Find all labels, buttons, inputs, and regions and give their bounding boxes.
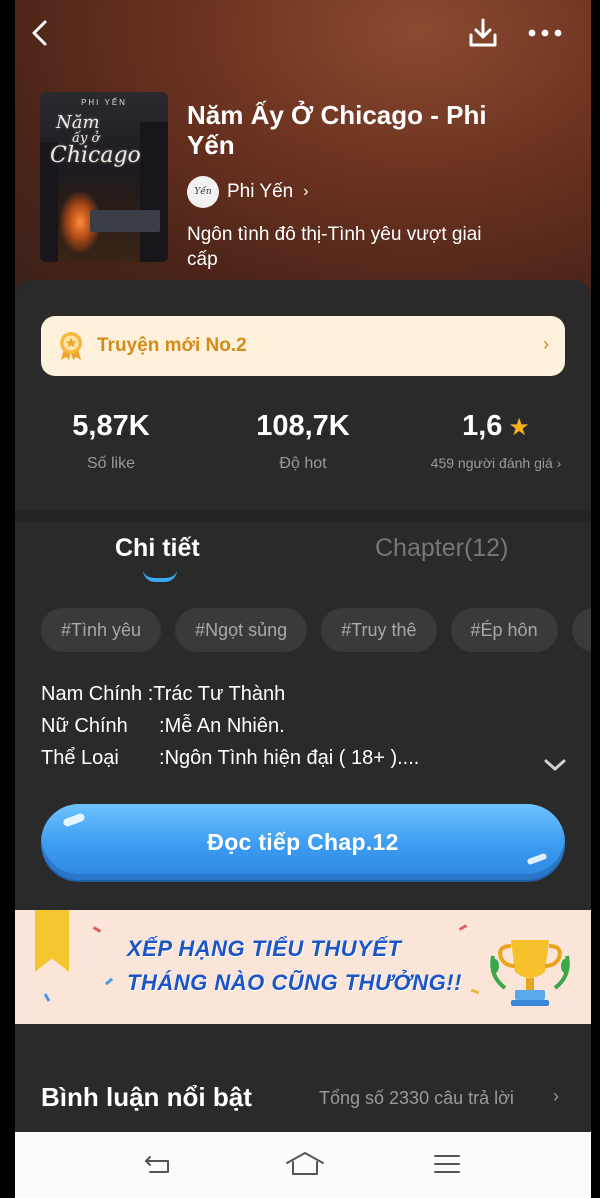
info-row: Thể Loại: Ngôn Tình hiện đại ( 18+ )....: [41, 742, 561, 774]
top-bar: [15, 0, 591, 66]
book-title: Năm Ấy Ở Chicago - Phi Yến: [187, 100, 487, 160]
download-button[interactable]: [465, 14, 501, 52]
chevron-right-icon[interactable]: ›: [553, 1086, 559, 1107]
menu-icon: [434, 1155, 460, 1173]
nav-back-icon: [145, 1156, 169, 1173]
more-dots-icon: [528, 29, 562, 37]
trophy-icon: [490, 940, 570, 1006]
info-key: Nữ Chính: [41, 715, 128, 737]
tag-chip[interactable]: #Truy thê: [321, 608, 437, 652]
stat-rating-value-wrap: 1,6 ★: [411, 410, 581, 443]
stat-likes: 5,87K Số like: [55, 410, 167, 473]
confetti: [104, 977, 114, 986]
confetti: [92, 926, 102, 933]
confetti: [43, 993, 51, 1002]
button-gloss: [62, 812, 86, 828]
stat-hot: 108,7K Độ hot: [238, 410, 368, 473]
continue-reading-label: Đọc tiếp Chap.12: [207, 828, 399, 855]
comments-section: Bình luận nổi bật Tổng số 2330 câu trả l…: [15, 1024, 591, 1132]
book-genre: Ngôn tình đô thị-Tình yêu vượt giai cấp: [187, 224, 482, 270]
cover-train: [90, 210, 160, 232]
continue-reading-button[interactable]: Đọc tiếp Chap.12: [41, 804, 565, 880]
rank-label: Truyện mới No.2: [97, 335, 247, 356]
tag-chip[interactable]: #Ép hôn: [450, 608, 558, 652]
promo-line: XẾP HẠNG TIỂU THUYẾT: [127, 936, 402, 961]
info-key: Nam Chính: [41, 683, 143, 705]
stat-label: Độ hot: [279, 455, 327, 472]
info-row: Nữ Chính: Mễ An Nhiên.: [41, 710, 561, 742]
tab-bar: Chi tiết Chapter(12): [15, 522, 591, 592]
section-divider: [15, 510, 591, 522]
book-info: Nam Chính : Trác Tư Thành Nữ Chính: Mễ A…: [41, 678, 561, 774]
tag-chip-partial[interactable]: [571, 608, 591, 652]
chevron-right-icon: ›: [543, 334, 549, 354]
promo-line: THÁNG NÀO CŨNG THƯỞNG!!: [127, 970, 462, 995]
info-value: Trác Tư Thành: [153, 683, 286, 705]
tab-chapter[interactable]: Chapter(12): [375, 534, 508, 563]
expand-info-button[interactable]: [539, 750, 571, 780]
nav-home-button[interactable]: [285, 1146, 325, 1182]
stat-rating[interactable]: 1,6 ★ 459 người đánh giá ›: [411, 410, 581, 471]
medal-icon: [60, 332, 82, 360]
stat-label: Số like: [86, 455, 136, 472]
button-gloss: [526, 852, 548, 866]
tab-detail[interactable]: Chi tiết: [115, 534, 200, 563]
nav-menu-button[interactable]: [427, 1146, 467, 1182]
info-key: Thể Loại: [41, 747, 119, 769]
promo-text: XẾP HẠNG TIỂU THUYẾT THÁNG NÀO CŨNG THƯỞ…: [127, 932, 462, 1000]
promo-banner[interactable]: XẾP HẠNG TIỂU THUYẾT THÁNG NÀO CŨNG THƯỞ…: [15, 910, 591, 1024]
info-value: Mễ An Nhiên.: [164, 715, 285, 737]
ribbon-icon: [35, 910, 69, 972]
system-nav-bar: [15, 1132, 591, 1198]
stat-value: 1,6: [462, 410, 503, 442]
stat-value: 5,87K: [72, 410, 150, 442]
author-link[interactable]: Yến Phi Yến ›: [187, 176, 309, 208]
nav-back-button[interactable]: [139, 1146, 179, 1182]
info-value: Ngôn Tình hiện đại ( 18+ )....: [164, 747, 420, 769]
stat-value: 108,7K: [256, 410, 350, 442]
stat-label: 459 người đánh giá ›: [430, 455, 562, 471]
book-cover[interactable]: PHI YẾN Năm ấy ở Chicago: [40, 92, 168, 262]
more-button[interactable]: [525, 14, 565, 52]
tag-chip[interactable]: #Ngọt sủng: [175, 608, 308, 652]
cover-author: PHI YẾN: [81, 98, 127, 107]
info-row: Nam Chính : Trác Tư Thành: [41, 678, 561, 710]
back-button[interactable]: [23, 14, 57, 52]
cover-building: [140, 122, 168, 262]
download-icon: [469, 18, 497, 47]
author-name: Phi Yến: [227, 181, 294, 202]
home-icon: [286, 1152, 324, 1175]
cover-title-art: Năm ấy ở Chicago: [50, 112, 141, 168]
comments-total-link[interactable]: Tổng số 2330 câu trả lời: [319, 1088, 514, 1109]
app-frame: PHI YẾN Năm ấy ở Chicago Năm Ấy Ở Chicago …: [15, 0, 591, 1198]
tag-list: #Tình yêu #Ngọt sủng #Truy thê #Ép hôn: [41, 608, 591, 652]
tag-chip[interactable]: #Tình yêu: [41, 608, 162, 652]
chevron-right-icon: ›: [303, 183, 309, 200]
confetti: [470, 988, 480, 995]
chevron-down-icon: [544, 759, 566, 771]
tab-active-indicator: [143, 570, 177, 582]
author-avatar: Yến: [187, 176, 219, 208]
comments-title: Bình luận nổi bật: [41, 1082, 252, 1112]
detail-sheet: [15, 280, 591, 510]
back-arrow-icon: [32, 20, 47, 46]
star-icon: ★: [508, 414, 530, 441]
rank-banner[interactable]: Truyện mới No.2 ›: [41, 316, 565, 376]
confetti: [458, 924, 468, 931]
